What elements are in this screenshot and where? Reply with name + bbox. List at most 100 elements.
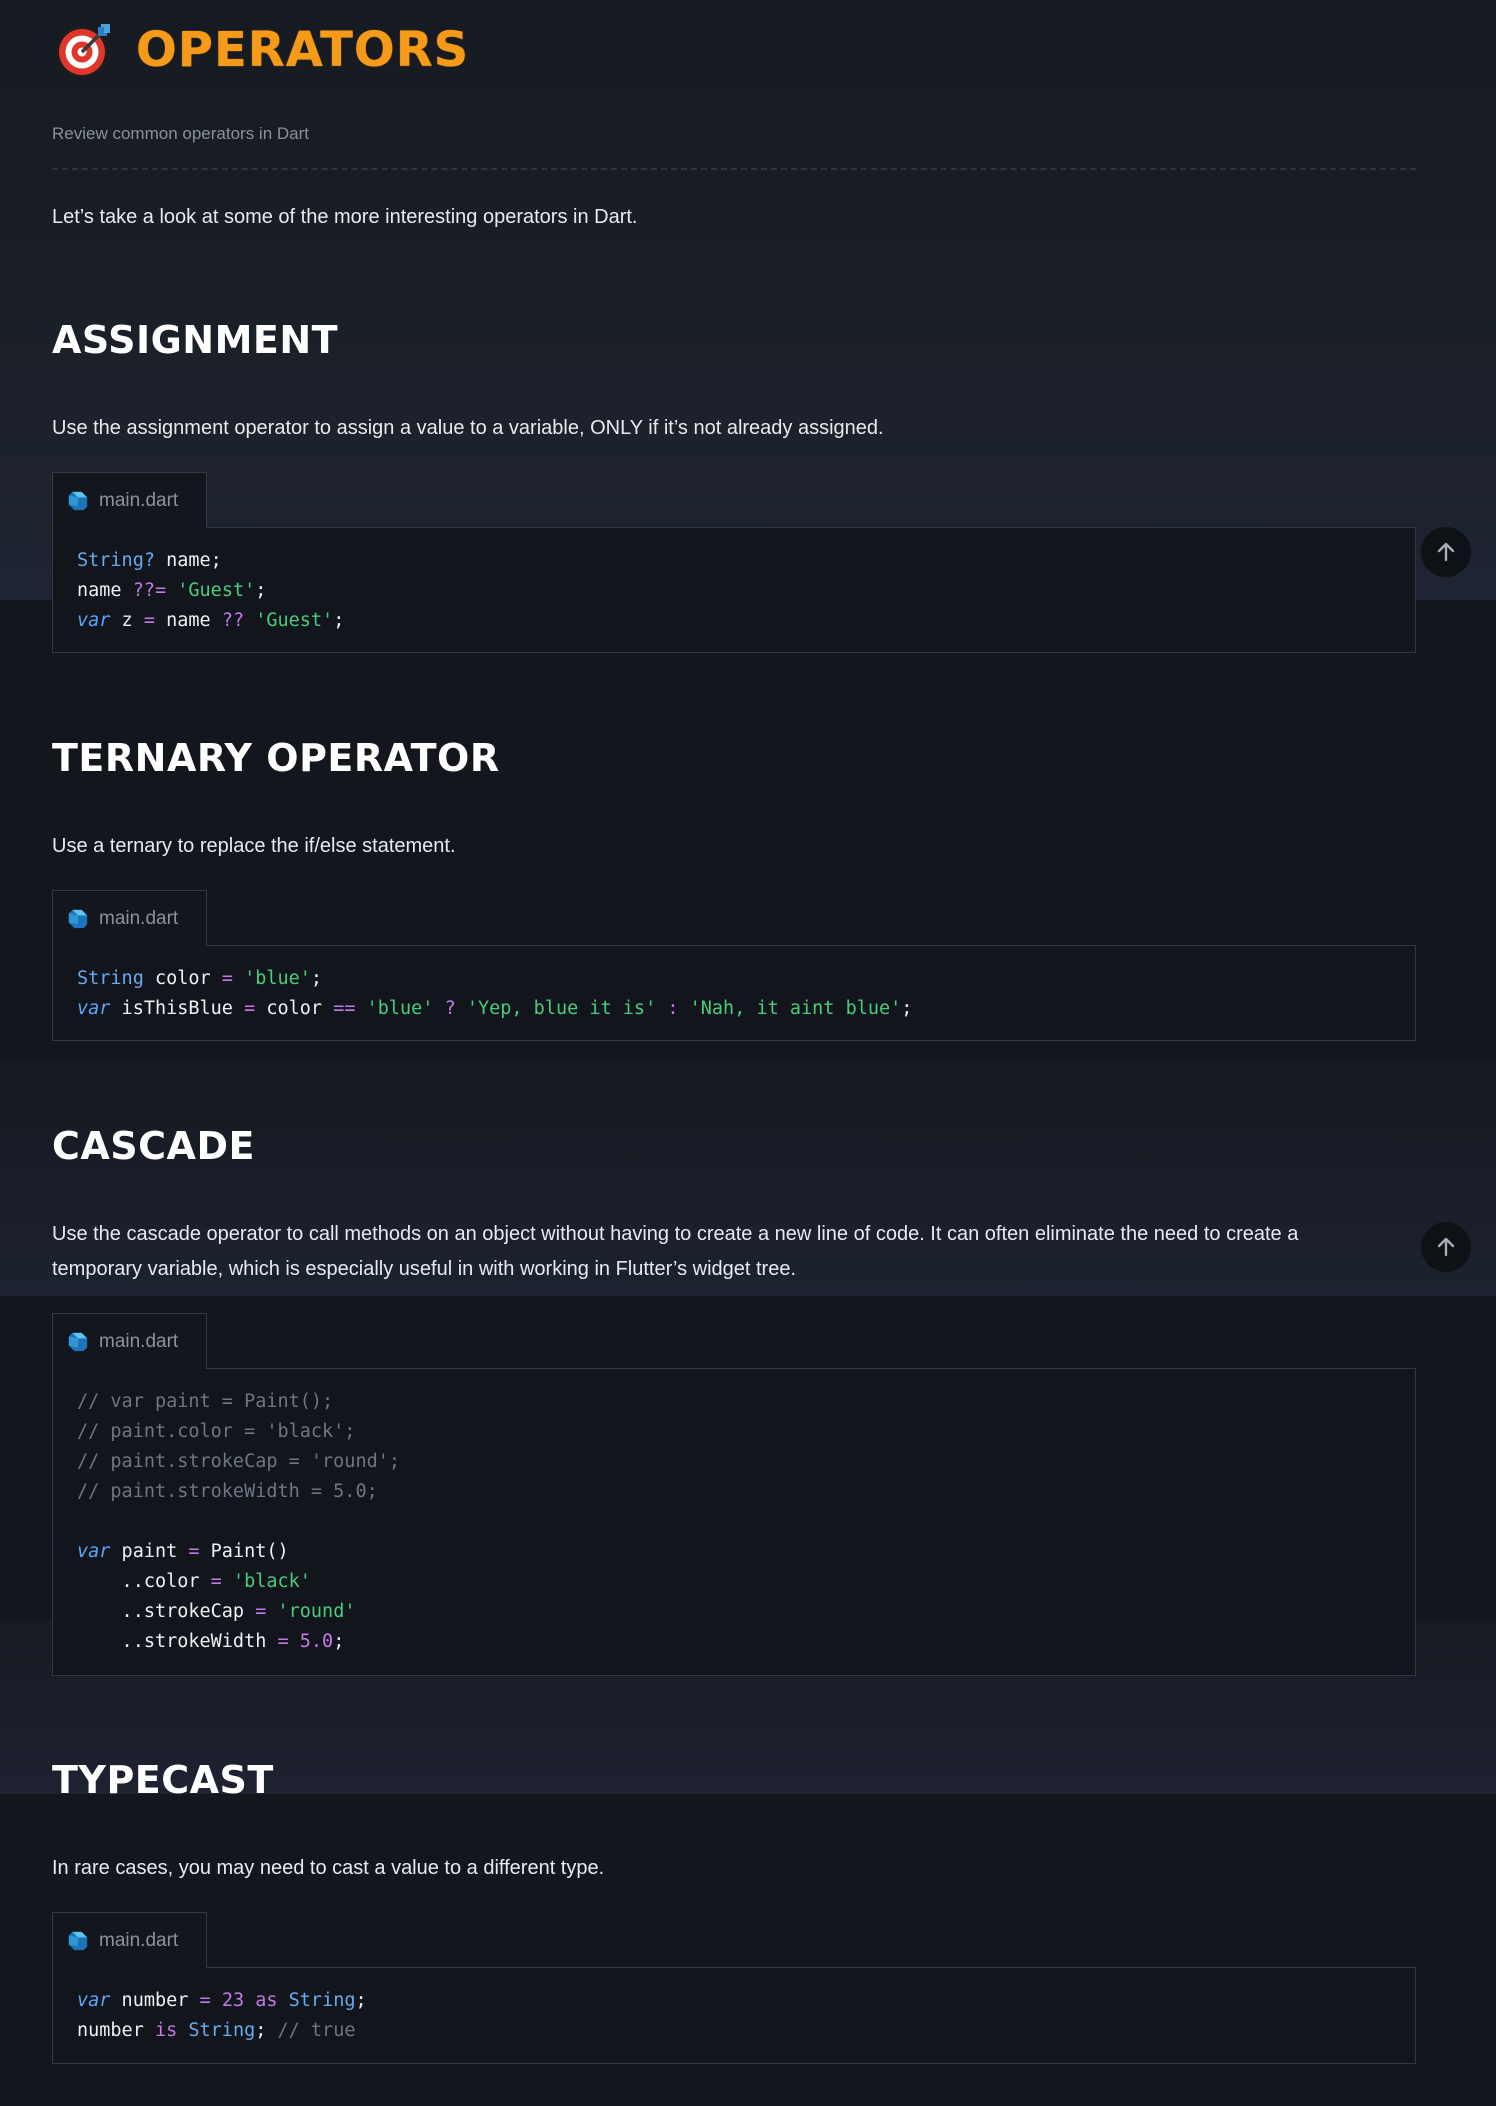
code-line: // paint.strokeCap = 'round';: [77, 1447, 1391, 1477]
code-token: ;: [255, 2020, 278, 2041]
code-token: ..strokeCap: [77, 1601, 256, 1622]
code-token: z: [110, 610, 144, 631]
code-token: // var paint = Paint();: [77, 1391, 334, 1412]
dart-logo-icon: [68, 909, 88, 928]
section-text: In rare cases, you may need to cast a va…: [52, 1857, 605, 1879]
code-line: String color = 'blue';: [77, 964, 1391, 994]
code-token: as: [255, 1990, 278, 2011]
code-token: String: [288, 1990, 356, 2011]
dart-logo-icon: [68, 1931, 88, 1950]
divider: [52, 168, 1416, 170]
code-token: color: [143, 968, 222, 989]
code-line: String? name;: [77, 546, 1391, 576]
code-token: =: [199, 1990, 211, 2011]
code-token: // true: [277, 2020, 356, 2041]
code-block[interactable]: String color = 'blue'; var isThisBlue = c…: [52, 945, 1416, 1041]
section-text: Use a ternary to replace the if/else sta…: [52, 835, 456, 857]
scroll-to-top-button[interactable]: [1421, 1222, 1471, 1272]
arrow-up-icon: [1437, 1237, 1455, 1257]
code-line: var paint = Paint(): [77, 1537, 1391, 1567]
code-line: var number = 23 as String;: [77, 1986, 1391, 2016]
code-token: 'blue': [366, 998, 434, 1019]
code-token: 'blue': [244, 968, 311, 989]
code-token: 'Nah, it aint blue': [689, 998, 902, 1019]
code-token: 'Yep, blue it is': [466, 998, 657, 1019]
code-token: 23: [221, 1990, 245, 2011]
file-tab[interactable]: main.dart: [52, 890, 207, 946]
code-block[interactable]: String? name; name ??= 'Guest'; var z = na…: [52, 527, 1416, 653]
code-line: ..strokeWidth = 5.0;: [77, 1627, 1391, 1657]
code-token: // paint.strokeWidth = 5.0;: [77, 1481, 378, 1502]
code-token: ..color: [77, 1571, 211, 1592]
dart-logo-icon: [68, 491, 88, 510]
code-token: var: [77, 1541, 111, 1562]
code-token: =: [210, 1571, 222, 1592]
file-tab[interactable]: main.dart: [52, 1313, 207, 1369]
file-name: main.dart: [99, 907, 179, 929]
code-token: Paint(): [199, 1541, 289, 1562]
code-token: ;: [310, 968, 323, 989]
code-line: // paint.strokeWidth = 5.0;: [77, 1477, 1391, 1507]
code-token: ??=: [132, 580, 167, 601]
section-heading: TYPECAST: [52, 1758, 274, 1802]
code-token: =: [277, 1631, 289, 1652]
code-line: ..strokeCap = 'round': [77, 1597, 1391, 1627]
code-token: // paint.strokeCap = 'round';: [77, 1451, 401, 1472]
code-token: ??: [221, 610, 245, 631]
code-line: var isThisBlue = color == 'blue' ? 'Yep,…: [77, 994, 1391, 1024]
code-block[interactable]: var number = 23 as String; number is Stri…: [52, 1967, 1416, 2064]
code-token: 'Guest': [177, 580, 256, 601]
section-text: Use the assignment operator to assign a …: [52, 417, 884, 439]
file-name: main.dart: [99, 1330, 179, 1352]
dart-logo-icon: [68, 1332, 88, 1351]
section-heading: ASSIGNMENT: [52, 318, 339, 362]
section-heading: TERNARY OPERATOR: [52, 736, 500, 780]
code-token: String: [188, 2020, 256, 2041]
code-line: number is String; // true: [77, 2016, 1391, 2046]
code-token: 5.0: [299, 1631, 334, 1652]
page-subtitle: Review common operators in Dart: [52, 124, 309, 143]
code-line: // paint.color = 'black';: [77, 1417, 1391, 1447]
code-token: name: [77, 580, 133, 601]
code-token: var: [77, 610, 111, 631]
file-name: main.dart: [99, 1929, 179, 1951]
code-token: 'black': [232, 1571, 311, 1592]
code-token: var: [77, 1990, 111, 2011]
scroll-to-top-button[interactable]: [1421, 527, 1471, 577]
file-tab[interactable]: main.dart: [52, 1912, 207, 1968]
code-token: =: [143, 610, 155, 631]
file-tab[interactable]: main.dart: [52, 472, 207, 528]
code-token: number: [110, 1990, 200, 2011]
code-token: name: [154, 610, 222, 631]
code-block[interactable]: // var paint = Paint(); // paint.color = …: [52, 1368, 1416, 1676]
code-line: var z = name ?? 'Guest';: [77, 606, 1391, 636]
code-token: String?: [77, 550, 155, 571]
code-token: paint: [110, 1541, 189, 1562]
section-heading: CASCADE: [52, 1124, 255, 1168]
code-token: var: [77, 998, 111, 1019]
code-token: 'round': [277, 1601, 356, 1622]
background-band: [0, 0, 1496, 600]
page-title: OPERATORS: [136, 22, 470, 78]
code-token: String: [77, 968, 144, 989]
code-token: =: [188, 1541, 200, 1562]
page-header: OPERATORS: [52, 18, 469, 82]
code-token: ;: [355, 1990, 367, 2011]
code-line: ..color = 'black': [77, 1567, 1391, 1597]
code-line: name ??= 'Guest';: [77, 576, 1391, 606]
code-token: =: [221, 968, 233, 989]
code-token: ;: [333, 1631, 345, 1652]
